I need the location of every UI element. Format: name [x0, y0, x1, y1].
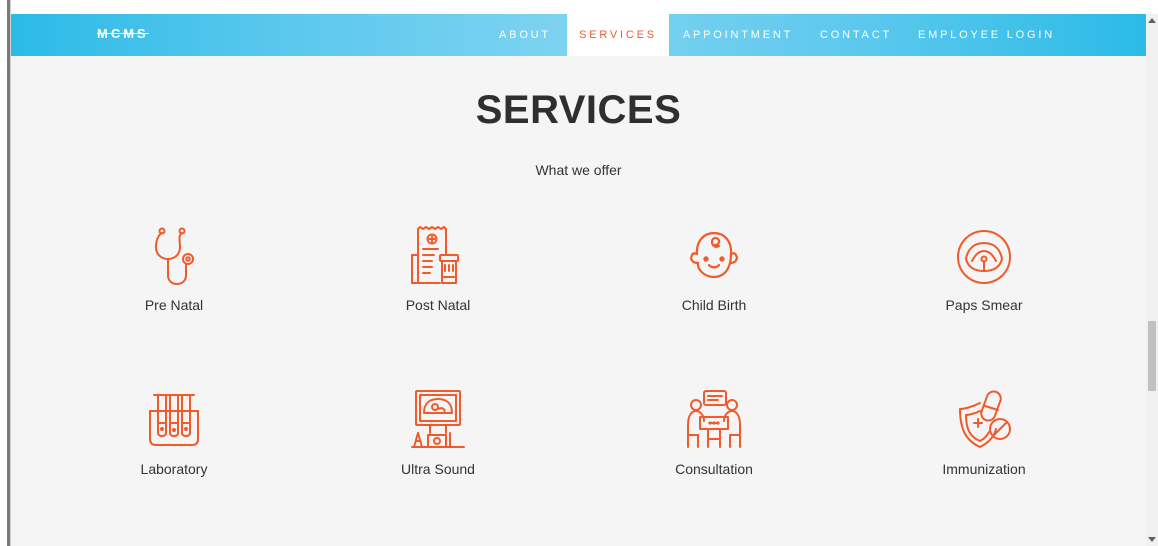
service-label: Ultra Sound — [401, 461, 475, 477]
baby-icon — [690, 231, 738, 279]
services-page: MCMS ABOUT SERVICES APPOINTMENT CONTACT … — [11, 14, 1146, 546]
scroll-down-arrow-icon[interactable] — [1148, 537, 1156, 542]
service-laboratory[interactable]: Laboratory — [74, 389, 274, 477]
stethoscope-icon — [155, 227, 194, 285]
service-label: Child Birth — [681, 297, 747, 313]
service-label: Laboratory — [140, 461, 208, 477]
section-subtitle: What we offer — [535, 162, 622, 178]
service-label: Paps Smear — [945, 297, 1023, 313]
service-consultation[interactable]: Consultation — [614, 389, 814, 477]
service-pre-natal[interactable]: Pre Natal — [74, 225, 274, 313]
scroll-up-arrow-icon[interactable] — [1148, 18, 1156, 23]
service-ultra-sound[interactable]: Ultra Sound — [338, 389, 538, 477]
nav-item-employee-login[interactable]: EMPLOYEE LOGIN — [909, 14, 1064, 56]
nav-item-contact[interactable]: CONTACT — [811, 14, 901, 56]
service-label: Post Natal — [405, 297, 471, 313]
section-title: SERVICES — [475, 88, 682, 132]
test-tubes-icon — [149, 394, 199, 446]
service-label: Consultation — [675, 461, 753, 477]
prescription-icon — [411, 226, 459, 284]
vertical-scrollbar[interactable] — [1146, 14, 1158, 546]
nav-item-about[interactable]: ABOUT — [491, 14, 559, 56]
shield-pill-icon — [959, 390, 1011, 448]
scroll-thumb[interactable] — [1148, 321, 1156, 391]
ultrasound-icon — [411, 390, 465, 448]
window-left-edge — [0, 0, 11, 546]
service-post-natal[interactable]: Post Natal — [338, 225, 538, 313]
cervix-icon — [957, 230, 1011, 284]
consultation-icon — [687, 390, 741, 448]
service-immunization[interactable]: Immunization — [884, 389, 1084, 477]
nav-item-services[interactable]: SERVICES — [567, 14, 669, 56]
brand-logo[interactable]: MCMS — [97, 26, 149, 41]
nav-item-appointment[interactable]: APPOINTMENT — [673, 14, 803, 56]
service-child-birth[interactable]: Child Birth — [614, 225, 814, 313]
service-paps-smear[interactable]: Paps Smear — [884, 225, 1084, 313]
service-label: Immunization — [942, 461, 1026, 477]
navbar: MCMS ABOUT SERVICES APPOINTMENT CONTACT … — [11, 14, 1146, 56]
service-label: Pre Natal — [144, 297, 204, 313]
